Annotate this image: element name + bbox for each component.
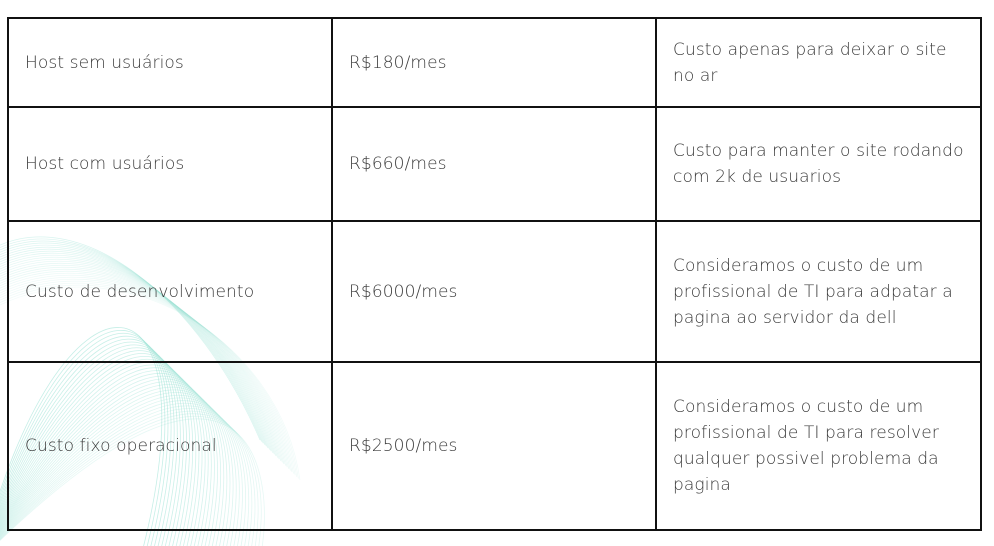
table-row: Host sem usuários R$180/mes Custo apenas… (7, 17, 982, 108)
table-row: Host com usuários R$660/mes Custo para m… (7, 106, 982, 222)
cost-note-cell: Custo apenas para deixar o site no ar (655, 17, 982, 108)
cost-value-cell: R$6000/mes (331, 220, 657, 363)
cost-item-cell: Host sem usuários (7, 17, 333, 108)
cost-value-cell: R$660/mes (331, 106, 657, 222)
table-row: Custo de desenvolvimento R$6000/mes Cons… (7, 220, 982, 363)
cost-value-cell: R$180/mes (331, 17, 657, 108)
slide-page: Host sem usuários R$180/mes Custo apenas… (0, 0, 994, 546)
table-row: Custo fixo operacional R$2500/mes Consid… (7, 361, 982, 531)
cost-note-cell: Consideramos o custo de um profissional … (655, 220, 982, 363)
cost-item-cell: Host com usuários (7, 106, 333, 222)
cost-table: Host sem usuários R$180/mes Custo apenas… (7, 17, 982, 531)
cost-note-cell: Custo para manter o site rodando com 2k … (655, 106, 982, 222)
cost-note-cell: Consideramos o custo de um profissional … (655, 361, 982, 531)
cost-value-cell: R$2500/mes (331, 361, 657, 531)
cost-item-cell: Custo fixo operacional (7, 361, 333, 531)
cost-item-cell: Custo de desenvolvimento (7, 220, 333, 363)
